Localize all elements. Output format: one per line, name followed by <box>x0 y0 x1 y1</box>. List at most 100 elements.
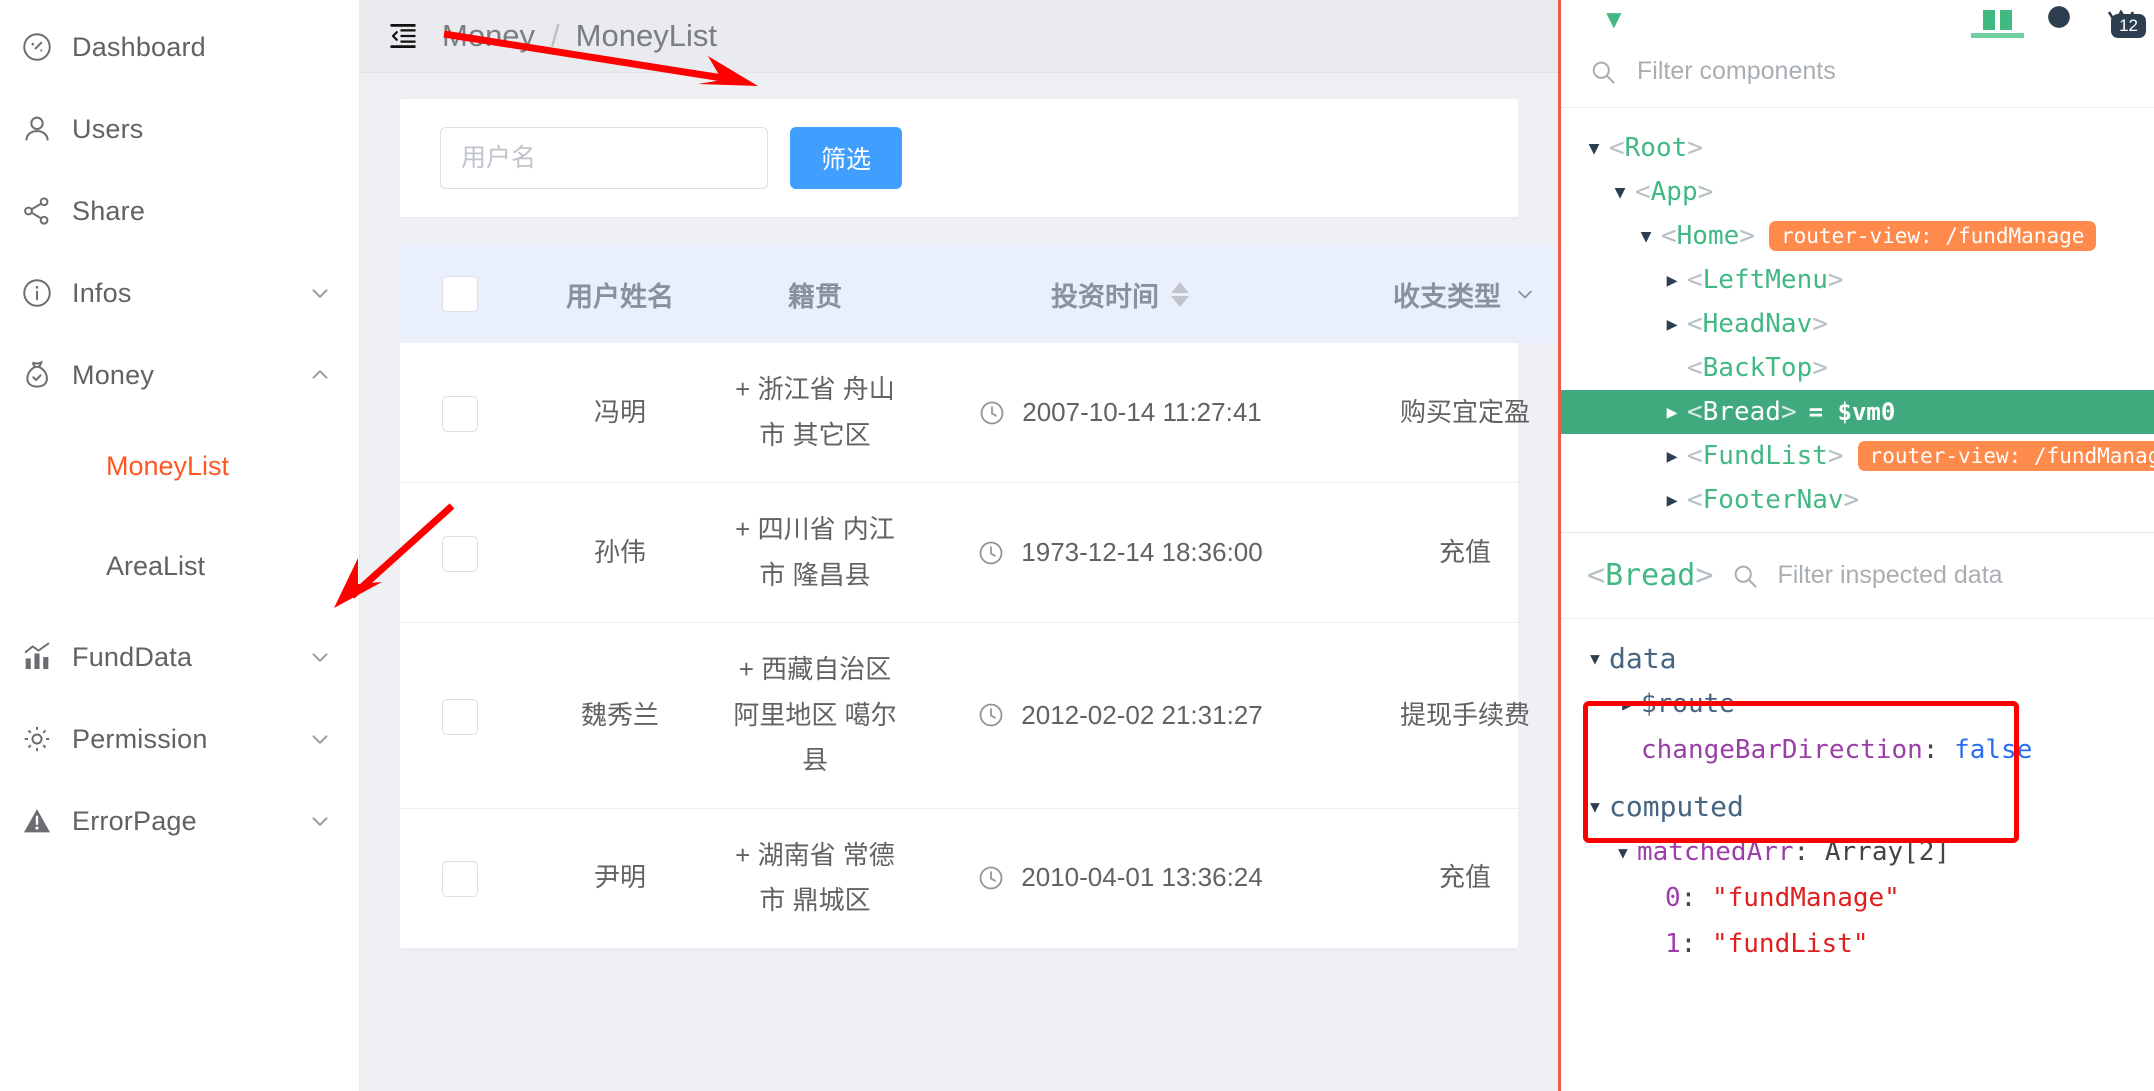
tree-node-label: <FundList> <box>1687 441 1844 471</box>
vue-logo-icon: ▼ <box>1601 4 1627 34</box>
cell-home[interactable]: + 湖南省 常德市 鼎城区 <box>720 808 910 949</box>
clock-icon <box>978 399 1006 427</box>
chevron-down-icon[interactable]: ▼ <box>1605 182 1635 203</box>
chevron-down-icon <box>307 808 333 834</box>
component-filter-bar: Filter components <box>1561 36 2154 108</box>
table-row[interactable]: 冯明 + 浙江省 舟山市 其它区 2007-10-14 11:27:41 购买宜… <box>400 343 1558 483</box>
tree-node-label: <LeftMenu> <box>1687 265 1844 295</box>
column-header-home[interactable]: 籍贯 <box>720 245 910 343</box>
sidebar-item-infos[interactable]: Infos <box>0 252 359 334</box>
cell-home[interactable]: + 四川省 内江市 隆昌县 <box>720 482 910 623</box>
table-header-row: 用户姓名 籍贯 投资时间 收支类型 <box>400 245 1558 343</box>
filter-button[interactable]: 筛选 <box>790 127 902 189</box>
sidebar-item-arealist[interactable]: AreaList <box>0 516 359 616</box>
search-icon <box>1589 58 1617 86</box>
tree-node-label: <Bread> <box>1687 397 1797 427</box>
tree-node-label: <<Root>Root> <box>1609 133 1703 163</box>
group-label: data <box>1609 641 1677 675</box>
tree-node-home[interactable]: ▼ <Home> router-view: /fundManage <box>1561 214 2154 258</box>
sidebar-item-money[interactable]: Money <box>0 334 359 416</box>
top-bar: Money / MoneyList <box>360 0 1558 73</box>
dashboard-icon <box>14 30 60 64</box>
row-checkbox[interactable] <box>442 861 478 898</box>
chevron-right-icon[interactable]: ▶ <box>1657 270 1687 291</box>
sidebar-item-label: Share <box>72 195 146 226</box>
sidebar-item-moneylist[interactable]: MoneyList <box>0 416 359 516</box>
sidebar-item-share[interactable]: Share <box>0 170 359 252</box>
tree-node-root[interactable]: ▼ <<Root>Root> <box>1561 126 2154 170</box>
chevron-down-icon[interactable] <box>1513 282 1537 306</box>
cell-home[interactable]: + 西藏自治区 阿里地区 噶尔县 <box>720 622 910 809</box>
chevron-down-icon[interactable]: ▼ <box>1631 226 1661 247</box>
sidebar-item-label: Users <box>72 113 144 144</box>
cell-home[interactable]: + 浙江省 舟山市 其它区 <box>720 343 910 483</box>
sidebar-item-permission[interactable]: Permission <box>0 698 359 780</box>
column-header-name[interactable]: 用户姓名 <box>520 245 720 343</box>
time-value: 2012-02-02 21:31:27 <box>1021 699 1263 730</box>
sidebar-item-errorpage[interactable]: ErrorPage <box>0 780 359 862</box>
filter-panel: 筛选 <box>400 99 1518 217</box>
component-filter-input[interactable]: Filter components <box>1637 57 1836 86</box>
app-root: Dashboard Users Share Infos Money MoneyL… <box>0 0 2154 1091</box>
cell-name: 冯明 <box>520 343 720 483</box>
data-row-matchedarr-0[interactable]: 0 : "fundManage" <box>1561 875 2154 921</box>
cell-name: 魏秀兰 <box>520 622 720 809</box>
chevron-right-icon[interactable]: ▶ <box>1657 490 1687 511</box>
chevron-right-icon[interactable]: ▶ <box>1657 314 1687 335</box>
cell-name: 尹明 <box>520 808 720 949</box>
components-icon <box>1983 10 2012 30</box>
row-checkbox[interactable] <box>442 535 478 572</box>
data-separator: : <box>1680 883 1712 913</box>
tree-node-bread[interactable]: ▶ <Bread> = $vm0 <box>1561 390 2154 434</box>
table-row[interactable]: 孙伟 + 四川省 内江市 隆昌县 1973-12-14 18:36:00 充值 <box>400 482 1558 623</box>
chevron-down-icon[interactable]: ▼ <box>1609 843 1637 862</box>
inspected-component-header: <Bread> Filter inspected data <box>1561 533 2154 619</box>
tab-vuex[interactable] <box>2046 4 2072 36</box>
tree-node-footernav[interactable]: ▶ <FooterNav> <box>1561 478 2154 522</box>
sidebar-item-dashboard[interactable]: Dashboard <box>0 6 359 88</box>
sort-icon[interactable] <box>1171 281 1189 307</box>
data-row-matchedarr-1[interactable]: 1 : "fundList" <box>1561 921 2154 967</box>
tree-node-fundlist[interactable]: ▶ <FundList> router-view: /fundManage/fu… <box>1561 434 2154 478</box>
cell-time: 2012-02-02 21:31:27 <box>910 622 1330 809</box>
row-checkbox[interactable] <box>442 395 478 432</box>
sidebar-item-label: Money <box>72 359 155 390</box>
tree-node-label: <FooterNav> <box>1687 485 1860 515</box>
sidebar-item-users[interactable]: Users <box>0 88 359 170</box>
active-tab-indicator <box>1971 33 2024 38</box>
tree-node-backtop[interactable]: <BackTop> <box>1561 346 2154 390</box>
data-value: "fundManage" <box>1711 883 1900 913</box>
row-checkbox[interactable] <box>442 698 478 735</box>
column-header-type[interactable]: 收支类型 <box>1330 245 1558 343</box>
table-body: 冯明 + 浙江省 舟山市 其它区 2007-10-14 11:27:41 购买宜… <box>400 343 1558 949</box>
sidebar-item-funddata[interactable]: FundData <box>0 616 359 698</box>
tree-node-app[interactable]: ▼ <App> <box>1561 170 2154 214</box>
table-row[interactable]: 魏秀兰 + 西藏自治区 阿里地区 噶尔县 2012-02-02 21:31:27 <box>400 622 1558 809</box>
data-group-data[interactable]: ▼ data <box>1561 635 2154 681</box>
tree-node-leftmenu[interactable]: ▶ <LeftMenu> <box>1561 258 2154 302</box>
main-content: Money / MoneyList 筛选 <box>360 0 1558 1091</box>
breadcrumb-item-money[interactable]: Money <box>442 18 535 54</box>
collapse-menu-icon[interactable] <box>386 19 420 53</box>
sidebar-item-label: ErrorPage <box>72 805 197 836</box>
table-row[interactable]: 尹明 + 湖南省 常德市 鼎城区 2010-04-01 13:36:24 充值 <box>400 808 1558 949</box>
inspected-component-name: <Bread> <box>1587 558 1714 593</box>
chevron-right-icon[interactable]: ▶ <box>1657 446 1687 467</box>
column-header-time[interactable]: 投资时间 <box>910 245 1330 343</box>
search-input[interactable] <box>440 127 768 189</box>
chevron-right-icon[interactable]: ▶ <box>1657 402 1687 423</box>
user-icon <box>14 112 60 146</box>
sidebar-item-label: Dashboard <box>72 31 206 62</box>
cell-time: 1973-12-14 18:36:00 <box>910 482 1330 623</box>
tree-node-headnav[interactable]: ▶ <HeadNav> <box>1561 302 2154 346</box>
inspected-data-filter-input[interactable]: Filter inspected data <box>1777 561 2002 590</box>
search-icon <box>1731 562 1759 590</box>
tab-components[interactable] <box>1971 10 2024 38</box>
breadcrumb-item-moneylist[interactable]: MoneyList <box>576 18 717 54</box>
chevron-down-icon[interactable]: ▼ <box>1579 138 1609 159</box>
select-all-checkbox[interactable] <box>442 276 478 312</box>
time-value: 1973-12-14 18:36:00 <box>1021 536 1263 567</box>
chevron-down-icon[interactable]: ▼ <box>1581 649 1609 668</box>
money-table: 用户姓名 籍贯 投资时间 收支类型 冯明 + 浙江省 舟山市 其它区 2007-… <box>400 245 1558 949</box>
clock-icon <box>977 701 1005 729</box>
